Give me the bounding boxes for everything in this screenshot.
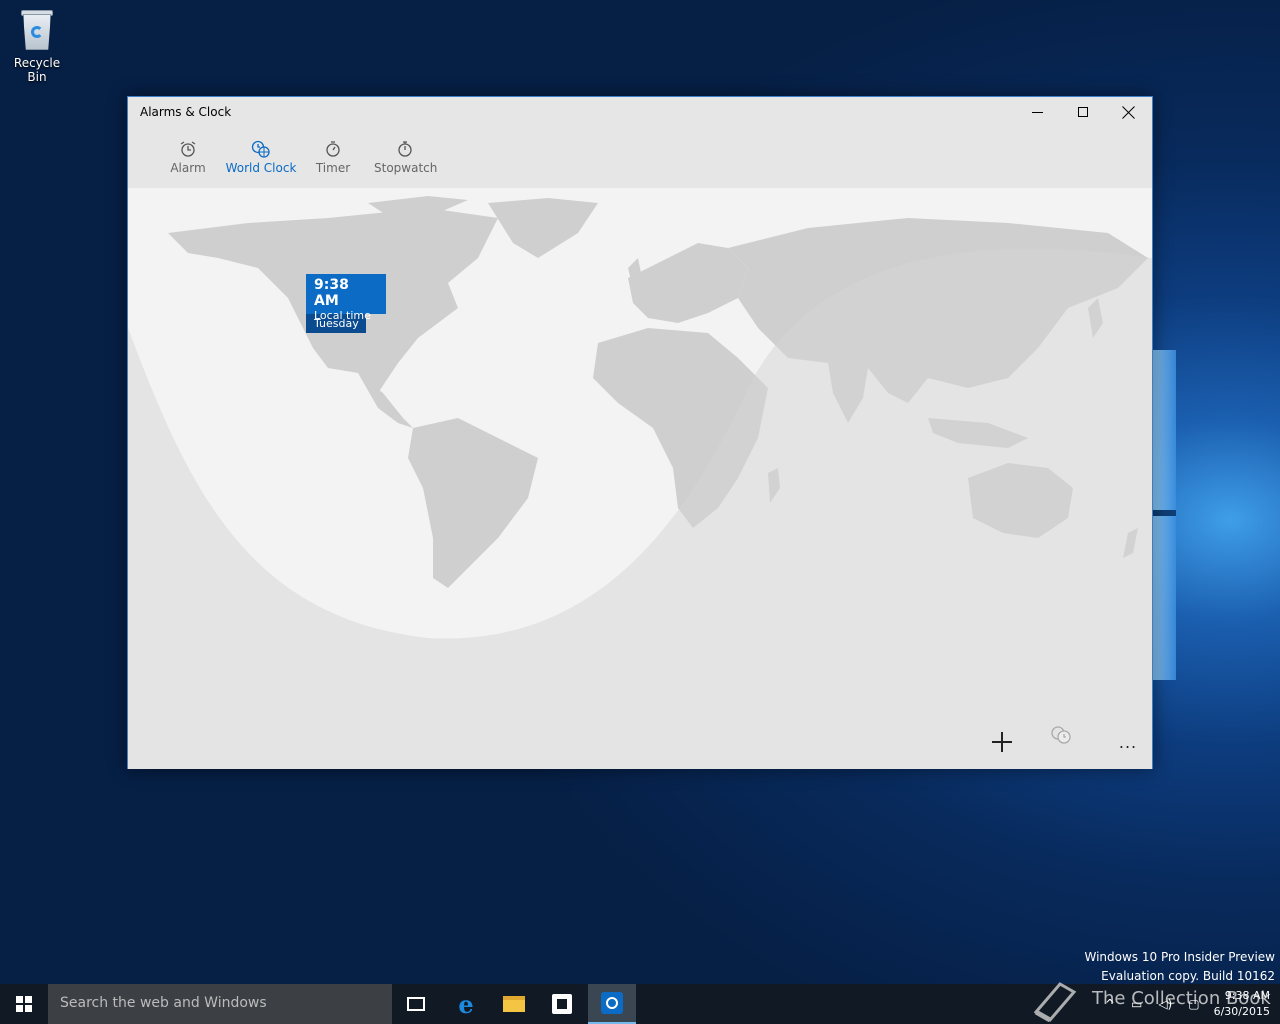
add-city-button[interactable] <box>982 725 1022 759</box>
windows-logo-background <box>1152 350 1176 680</box>
tab-bar: Alarm World Clock Timer Stopwatch <box>128 129 1152 190</box>
recycle-bin-icon <box>19 8 55 52</box>
folder-icon <box>503 996 525 1012</box>
tab-timer-label: Timer <box>315 161 351 175</box>
alarms-clock-taskbar-button[interactable] <box>588 984 636 1024</box>
title-bar[interactable]: Alarms & Clock <box>128 97 1152 129</box>
tab-stopwatch-label: Stopwatch <box>374 161 438 175</box>
local-time-value: 9:38 AM <box>314 277 349 309</box>
windows-logo-icon <box>16 996 32 1012</box>
windows-watermark: Windows 10 Pro Insider Preview Evaluatio… <box>1084 948 1275 986</box>
close-button[interactable] <box>1106 97 1152 127</box>
timer-icon <box>314 139 352 159</box>
local-time-pin[interactable]: 9:38 AM Local time Tuesday <box>306 274 386 333</box>
watermark-line-1: Windows 10 Pro Insider Preview <box>1084 950 1275 964</box>
task-view-icon <box>407 997 425 1011</box>
minimize-button[interactable] <box>1014 97 1060 127</box>
tab-stopwatch[interactable]: Stopwatch <box>374 139 438 189</box>
store-icon <box>552 994 572 1014</box>
compare-clocks-button[interactable] <box>1050 725 1090 759</box>
local-time-card: 9:38 AM Local time <box>306 274 386 322</box>
maximize-icon <box>1078 107 1088 117</box>
world-map-graphic <box>128 188 1152 769</box>
local-day-label: Tuesday <box>306 314 366 333</box>
store-button[interactable] <box>538 984 586 1024</box>
tab-world-clock-label: World Clock <box>225 161 297 175</box>
book-watermark-icon <box>1033 982 1077 1022</box>
alarms-clock-window: Alarms & Clock Alarm World Clock Timer S… <box>127 96 1153 769</box>
add-icon <box>992 732 1012 752</box>
task-view-button[interactable] <box>392 984 440 1024</box>
alarm-clock-icon <box>168 139 208 159</box>
window-title: Alarms & Clock <box>140 105 232 119</box>
more-options-button[interactable]: ... <box>1108 725 1148 759</box>
more-label: ... <box>1118 732 1138 752</box>
world-clock-icon <box>224 139 298 159</box>
recycle-bin-shortcut[interactable]: Recycle Bin <box>4 8 70 84</box>
alarm-clock-app-icon <box>601 992 623 1014</box>
edge-button[interactable]: e <box>442 984 490 1024</box>
start-button[interactable] <box>0 984 48 1024</box>
tab-world-clock[interactable]: World Clock <box>224 139 298 190</box>
book-watermark-text: The Collection Book <box>1092 988 1271 1009</box>
stopwatch-icon <box>374 139 436 159</box>
tab-alarm-label: Alarm <box>170 161 206 175</box>
maximize-button[interactable] <box>1060 97 1106 127</box>
tab-alarm[interactable]: Alarm <box>168 139 208 189</box>
world-map[interactable]: 9:38 AM Local time Tuesday ... <box>128 188 1152 769</box>
close-icon <box>1122 105 1136 119</box>
taskbar: Search the web and Windows e ^ ▭ ◁) ▢ 9:… <box>0 984 1280 1024</box>
tab-timer[interactable]: Timer <box>314 139 352 189</box>
recycle-bin-label: Recycle Bin <box>13 56 61 84</box>
file-explorer-button[interactable] <box>490 984 538 1024</box>
edge-icon: e <box>458 989 474 1019</box>
minimize-icon <box>1031 111 1043 113</box>
compare-clocks-icon <box>1051 726 1071 744</box>
taskbar-search-box[interactable]: Search the web and Windows <box>48 984 392 1024</box>
